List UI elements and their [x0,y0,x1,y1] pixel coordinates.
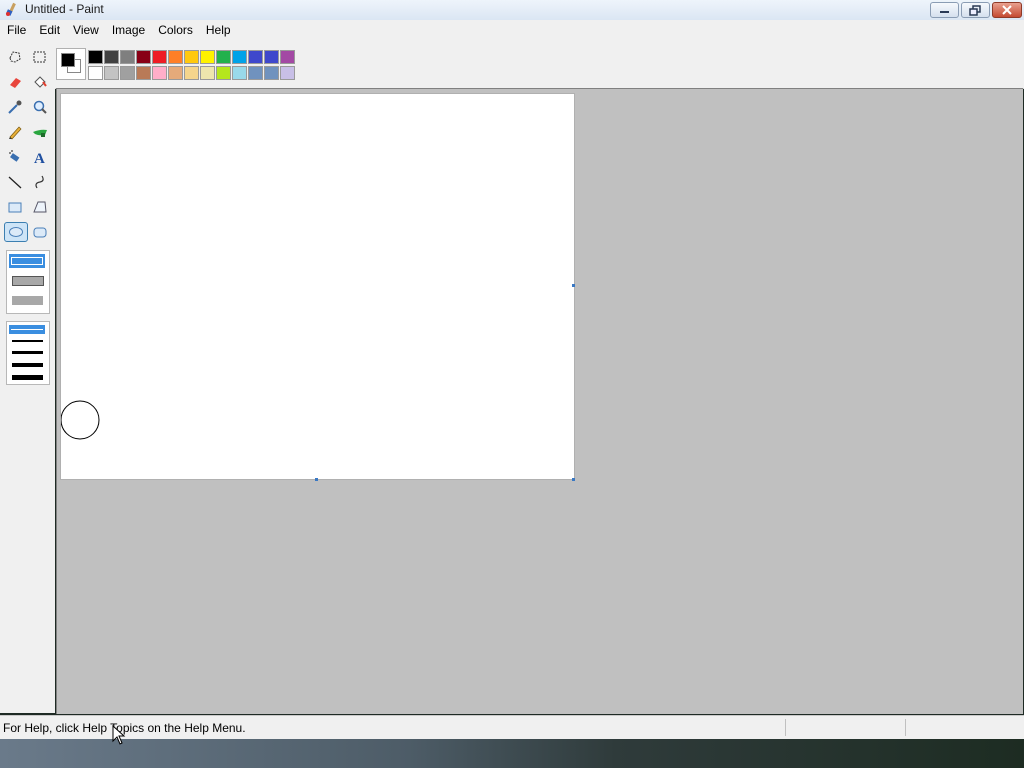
magnifier-tool[interactable] [29,96,51,118]
eraser-tool[interactable] [4,71,26,93]
fill-option-fill[interactable] [12,296,43,305]
color-swatch[interactable] [120,50,135,64]
menu-help[interactable]: Help [199,20,237,40]
line-icon [8,176,22,189]
menu-edit[interactable]: Edit [32,20,66,40]
color-swatch[interactable] [152,50,167,64]
color-swatch[interactable] [88,66,103,80]
resize-handle-right[interactable] [572,284,575,287]
desktop-background [0,739,1024,768]
free-form-select-icon [9,51,21,63]
color-swatch[interactable] [184,50,199,64]
polygon-icon [33,201,47,213]
pencil-tool[interactable] [4,121,26,143]
restore-button[interactable] [961,2,990,18]
line-tool[interactable] [4,171,26,193]
minimize-button[interactable] [930,2,959,18]
tool-box: A [0,40,55,713]
fill-with-color-tool[interactable] [29,71,51,93]
line-width-1[interactable] [9,325,45,334]
resize-handle-corner[interactable] [572,478,575,481]
paint-app-icon[interactable] [4,2,20,18]
fill-option-outline-fill[interactable] [12,276,44,286]
fill-bucket-icon [34,76,47,88]
magnifier-icon [33,100,47,114]
polygon-tool[interactable] [29,196,51,218]
mouse-cursor-icon [112,725,126,745]
line-width-4[interactable] [12,363,43,367]
menu-bar: File Edit View Image Colors Help [0,20,1024,40]
rounded-rectangle-icon [33,227,47,238]
brush-icon [33,129,47,137]
color-swatch[interactable] [152,66,167,80]
close-button[interactable] [992,2,1022,18]
resize-handle-bottom[interactable] [315,478,318,481]
select-icon [33,51,46,63]
rectangle-icon [8,202,22,213]
fill-style-options [6,250,50,314]
pick-color-icon [8,100,22,114]
pencil-icon [9,126,22,140]
color-swatch[interactable] [280,50,295,64]
color-swatch[interactable] [168,66,183,80]
color-swatch[interactable] [216,66,231,80]
status-bar: For Help, click Help Topics on the Help … [0,715,1024,739]
svg-text:A: A [34,151,45,165]
color-swatch[interactable] [136,50,151,64]
free-form-select-tool[interactable] [4,46,26,68]
select-tool[interactable] [29,46,51,68]
fill-option-outline[interactable] [9,254,45,268]
color-swatch[interactable] [168,50,183,64]
rectangle-tool[interactable] [4,196,26,218]
color-swatch[interactable] [104,50,119,64]
color-swatch[interactable] [280,66,295,80]
color-swatch[interactable] [184,66,199,80]
menu-file[interactable]: File [0,20,32,40]
color-swatch[interactable] [104,66,119,80]
color-swatch[interactable] [200,50,215,64]
rounded-rectangle-tool[interactable] [29,221,51,243]
text-tool[interactable]: A [29,146,51,168]
ellipse-tool[interactable] [4,222,28,242]
line-width-options [6,321,50,385]
curve-tool[interactable] [29,171,51,193]
color-swatch[interactable] [88,50,103,64]
brush-tool[interactable] [29,121,51,143]
color-swatch[interactable] [136,66,151,80]
window-title: Untitled - Paint [25,2,104,16]
drawing-canvas[interactable] [60,93,575,480]
status-separator [905,719,906,736]
eraser-icon [10,78,21,88]
color-swatch[interactable] [232,50,247,64]
drawn-ellipse [61,400,100,440]
ellipse-icon [9,227,23,237]
airbrush-icon [9,150,20,162]
line-width-2[interactable] [12,340,43,342]
title-bar: Untitled - Paint [0,0,1024,21]
menu-colors[interactable]: Colors [151,20,199,40]
foreground-color[interactable] [61,53,75,67]
menu-image[interactable]: Image [105,20,151,40]
color-swatch[interactable] [232,66,247,80]
curve-icon [35,175,44,189]
color-swatch[interactable] [264,66,279,80]
pick-color-tool[interactable] [4,96,26,118]
current-colors[interactable] [56,48,86,80]
status-separator [785,719,786,736]
line-width-5[interactable] [12,375,43,380]
color-swatch[interactable] [248,66,263,80]
color-swatch[interactable] [248,50,263,64]
airbrush-tool[interactable] [4,146,26,168]
color-swatch[interactable] [120,66,135,80]
line-width-3[interactable] [12,351,43,354]
menu-view[interactable]: View [66,20,105,40]
text-icon: A [34,151,45,165]
color-swatch[interactable] [200,66,215,80]
color-palette-bar [0,40,1024,89]
color-swatch[interactable] [264,50,279,64]
color-swatch[interactable] [216,50,231,64]
